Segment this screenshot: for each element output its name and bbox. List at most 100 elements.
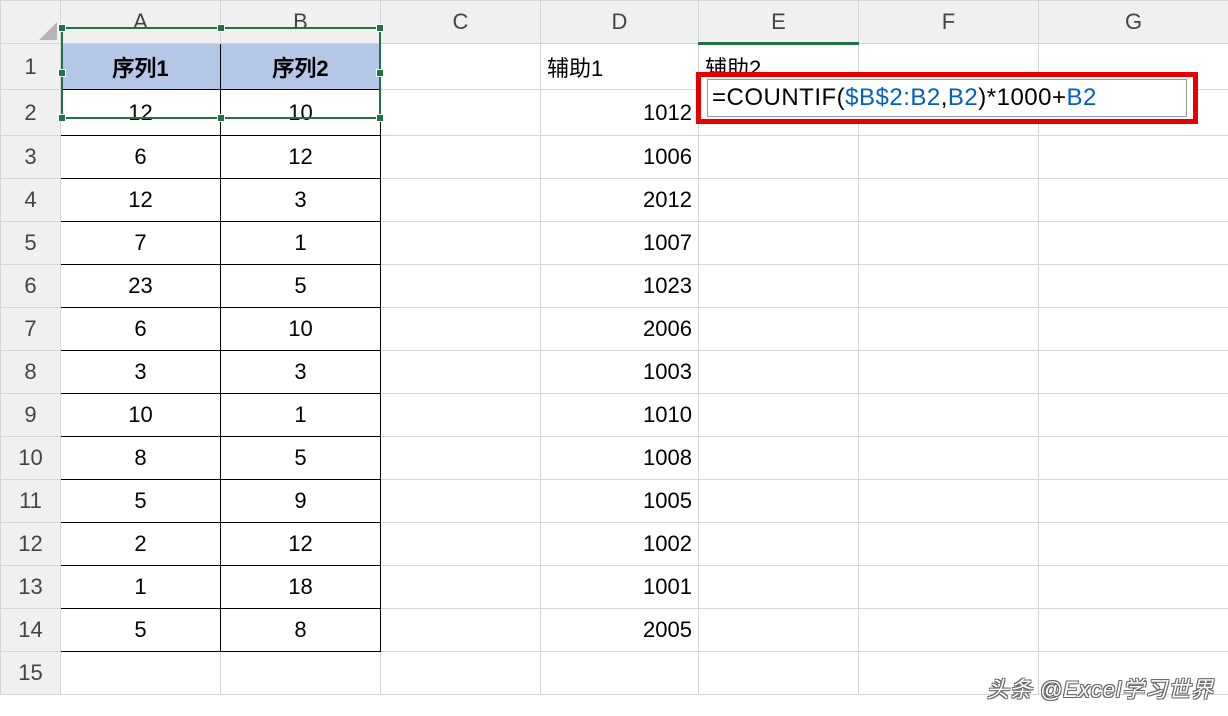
cell-B7[interactable]: 10 <box>221 308 381 351</box>
cell-G4[interactable] <box>1039 179 1228 222</box>
cell-D15[interactable] <box>541 652 699 695</box>
cell-B11[interactable]: 9 <box>221 480 381 523</box>
cell-E12[interactable] <box>699 523 859 566</box>
cell-D11[interactable]: 1005 <box>541 480 699 523</box>
cell-D9[interactable]: 1010 <box>541 394 699 437</box>
cell-G7[interactable] <box>1039 308 1228 351</box>
cell-D3[interactable]: 1006 <box>541 136 699 179</box>
cell-F5[interactable] <box>859 222 1039 265</box>
row-header-14[interactable]: 14 <box>1 609 61 652</box>
row-header-6[interactable]: 6 <box>1 265 61 308</box>
cell-A12[interactable]: 2 <box>61 523 221 566</box>
cell-D4[interactable]: 2012 <box>541 179 699 222</box>
cell-C11[interactable] <box>381 480 541 523</box>
cell-A2[interactable]: 12 <box>61 90 221 136</box>
cell-A11[interactable]: 5 <box>61 480 221 523</box>
cell-B2[interactable]: 10 <box>221 90 381 136</box>
cell-G12[interactable] <box>1039 523 1228 566</box>
row-header-2[interactable]: 2 <box>1 90 61 136</box>
row-header-12[interactable]: 12 <box>1 523 61 566</box>
cell-B3[interactable]: 12 <box>221 136 381 179</box>
cell-F11[interactable] <box>859 480 1039 523</box>
cell-C4[interactable] <box>381 179 541 222</box>
cell-B13[interactable]: 18 <box>221 566 381 609</box>
cell-C13[interactable] <box>381 566 541 609</box>
cell-B15[interactable] <box>221 652 381 695</box>
cell-E11[interactable] <box>699 480 859 523</box>
row-header-8[interactable]: 8 <box>1 351 61 394</box>
cell-E15[interactable] <box>699 652 859 695</box>
cell-G13[interactable] <box>1039 566 1228 609</box>
cell-E3[interactable] <box>699 136 859 179</box>
cell-G5[interactable] <box>1039 222 1228 265</box>
cell-D10[interactable]: 1008 <box>541 437 699 480</box>
cell-E5[interactable] <box>699 222 859 265</box>
cell-A3[interactable]: 6 <box>61 136 221 179</box>
cell-F6[interactable] <box>859 265 1039 308</box>
cell-B1[interactable]: 序列2 <box>221 44 381 90</box>
cell-A14[interactable]: 5 <box>61 609 221 652</box>
cell-F13[interactable] <box>859 566 1039 609</box>
cell-A5[interactable]: 7 <box>61 222 221 265</box>
cell-B8[interactable]: 3 <box>221 351 381 394</box>
cell-F15[interactable] <box>859 652 1039 695</box>
cell-E13[interactable] <box>699 566 859 609</box>
cell-B5[interactable]: 1 <box>221 222 381 265</box>
row-header-4[interactable]: 4 <box>1 179 61 222</box>
col-header-A[interactable]: A <box>61 1 221 44</box>
cell-E7[interactable] <box>699 308 859 351</box>
row-header-1[interactable]: 1 <box>1 44 61 90</box>
cell-B4[interactable]: 3 <box>221 179 381 222</box>
cell-C1[interactable] <box>381 44 541 90</box>
cell-F9[interactable] <box>859 394 1039 437</box>
cell-D5[interactable]: 1007 <box>541 222 699 265</box>
cell-A9[interactable]: 10 <box>61 394 221 437</box>
row-header-13[interactable]: 13 <box>1 566 61 609</box>
cell-B10[interactable]: 5 <box>221 437 381 480</box>
cell-G10[interactable] <box>1039 437 1228 480</box>
cell-D6[interactable]: 1023 <box>541 265 699 308</box>
cell-G3[interactable] <box>1039 136 1228 179</box>
cell-F7[interactable] <box>859 308 1039 351</box>
cell-F10[interactable] <box>859 437 1039 480</box>
cell-C8[interactable] <box>381 351 541 394</box>
col-header-D[interactable]: D <box>541 1 699 44</box>
cell-F14[interactable] <box>859 609 1039 652</box>
cell-B9[interactable]: 1 <box>221 394 381 437</box>
cell-C9[interactable] <box>381 394 541 437</box>
cell-C7[interactable] <box>381 308 541 351</box>
cell-D2[interactable]: 1012 <box>541 90 699 136</box>
cell-F8[interactable] <box>859 351 1039 394</box>
cell-G9[interactable] <box>1039 394 1228 437</box>
cell-G6[interactable] <box>1039 265 1228 308</box>
cell-E4[interactable] <box>699 179 859 222</box>
row-header-15[interactable]: 15 <box>1 652 61 695</box>
col-header-C[interactable]: C <box>381 1 541 44</box>
cell-A6[interactable]: 23 <box>61 265 221 308</box>
row-header-5[interactable]: 5 <box>1 222 61 265</box>
cell-A7[interactable]: 6 <box>61 308 221 351</box>
cell-E8[interactable] <box>699 351 859 394</box>
cell-G14[interactable] <box>1039 609 1228 652</box>
cell-E14[interactable] <box>699 609 859 652</box>
cell-C14[interactable] <box>381 609 541 652</box>
cell-C6[interactable] <box>381 265 541 308</box>
cell-C3[interactable] <box>381 136 541 179</box>
select-all-corner[interactable] <box>1 1 61 44</box>
cell-G11[interactable] <box>1039 480 1228 523</box>
cell-D1[interactable]: 辅助1 <box>541 44 699 90</box>
row-header-9[interactable]: 9 <box>1 394 61 437</box>
cell-D13[interactable]: 1001 <box>541 566 699 609</box>
cell-F12[interactable] <box>859 523 1039 566</box>
cell-C5[interactable] <box>381 222 541 265</box>
col-header-G[interactable]: G <box>1039 1 1228 44</box>
cell-D12[interactable]: 1002 <box>541 523 699 566</box>
row-header-10[interactable]: 10 <box>1 437 61 480</box>
cell-E10[interactable] <box>699 437 859 480</box>
cell-A1[interactable]: 序列1 <box>61 44 221 90</box>
cell-G8[interactable] <box>1039 351 1228 394</box>
cell-A15[interactable] <box>61 652 221 695</box>
cell-F4[interactable] <box>859 179 1039 222</box>
cell-B6[interactable]: 5 <box>221 265 381 308</box>
cell-B12[interactable]: 12 <box>221 523 381 566</box>
